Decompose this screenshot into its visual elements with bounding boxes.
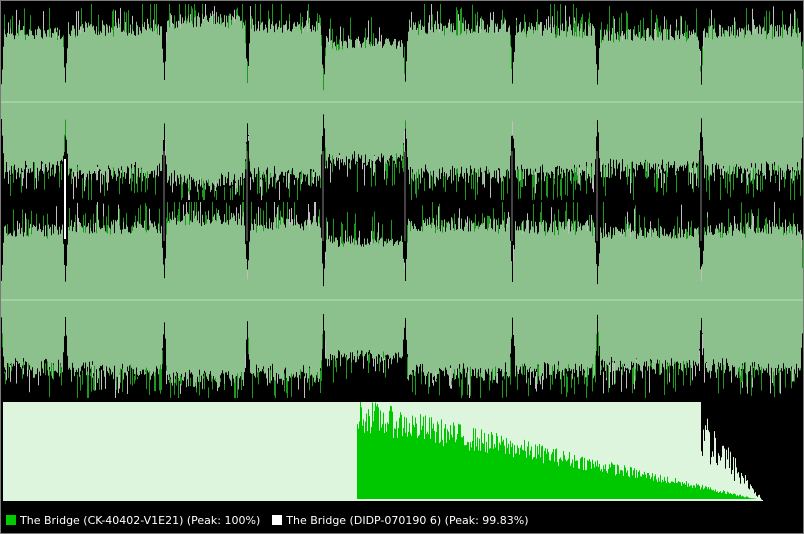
- legend-label-track-a: The Bridge (CK-40402-V1E21) (Peak: 100%): [20, 513, 261, 527]
- legend-swatch-track-a: [6, 515, 16, 525]
- legend-item-track-b[interactable]: The Bridge (DIDP-070190 6) (Peak: 99.83%…: [272, 513, 529, 527]
- waveform-display: [1, 1, 803, 501]
- level-distribution-panel: [3, 402, 763, 501]
- legend-item-track-a[interactable]: The Bridge (CK-40402-V1E21) (Peak: 100%): [6, 514, 260, 527]
- legend: The Bridge (CK-40402-V1E21) (Peak: 100%)…: [1, 508, 803, 532]
- legend-label-track-b: The Bridge (DIDP-070190 6) (Peak: 99.83%…: [286, 513, 529, 527]
- legend-swatch-track-b: [272, 515, 283, 525]
- waveform-comparison-window: The Bridge (CK-40402-V1E21) (Peak: 100%)…: [0, 0, 804, 534]
